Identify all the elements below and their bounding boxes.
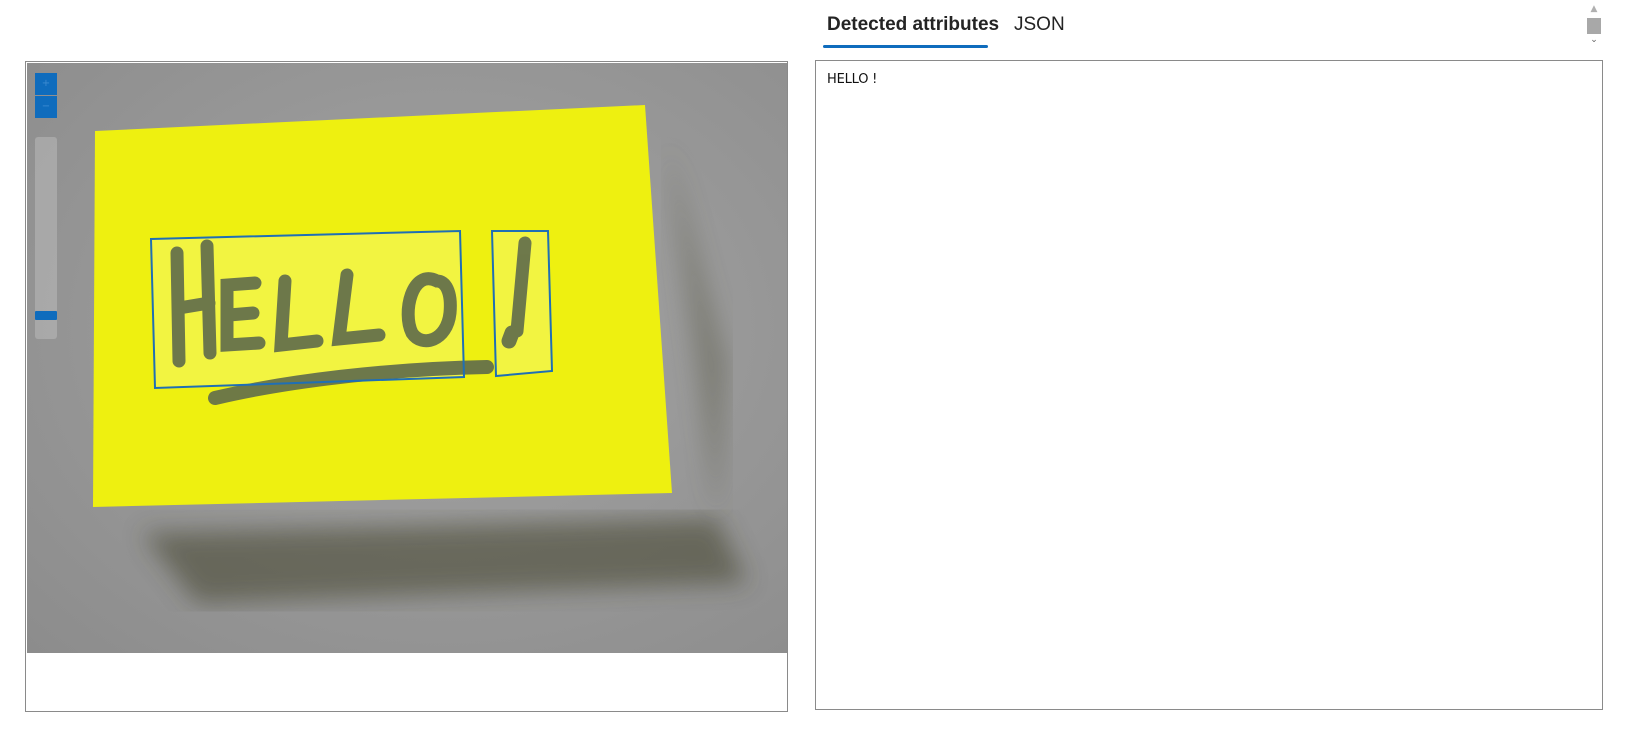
- plus-icon: +: [41, 78, 51, 89]
- active-tab-indicator: [823, 45, 988, 48]
- detected-text: HELLO !: [827, 72, 878, 87]
- detected-attributes-panel: HELLO !: [815, 60, 1603, 710]
- minus-icon: −: [41, 101, 51, 112]
- image-viewer: + −: [25, 61, 788, 712]
- tab-detected-attributes[interactable]: Detected attributes: [827, 14, 999, 36]
- scrollbar[interactable]: ▲ ⌄: [1587, 3, 1601, 47]
- analyzed-image: [27, 63, 787, 653]
- zoom-slider-thumb[interactable]: [35, 311, 57, 320]
- note-side-shadow: [667, 143, 727, 518]
- scrollbar-thumb[interactable]: [1587, 18, 1601, 34]
- zoom-in-button[interactable]: +: [35, 73, 57, 95]
- scroll-up-icon[interactable]: ▲: [1587, 3, 1601, 15]
- tab-json[interactable]: JSON: [1014, 14, 1065, 36]
- zoom-out-button[interactable]: −: [35, 96, 57, 118]
- sticky-note-image: [93, 105, 747, 603]
- scroll-down-icon[interactable]: ⌄: [1587, 34, 1601, 46]
- note-shadow: [142, 518, 747, 603]
- zoom-slider[interactable]: [35, 137, 57, 339]
